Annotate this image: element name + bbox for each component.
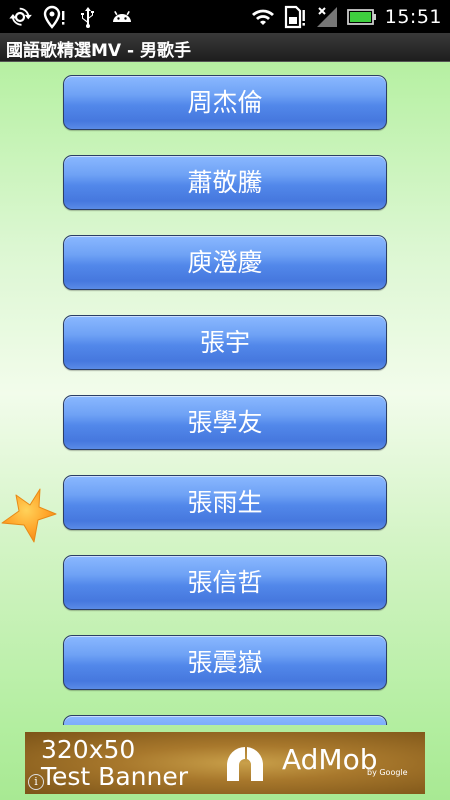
singer-button[interactable]: 張學友 (63, 395, 387, 450)
singer-button[interactable]: 蕭敬騰 (63, 155, 387, 210)
singer-button[interactable] (63, 715, 387, 725)
battery-icon (346, 8, 376, 25)
singer-button[interactable]: 張震嶽 (63, 635, 387, 690)
android-icon (113, 10, 131, 22)
status-bar: 15:51 (0, 0, 450, 33)
singer-button[interactable]: 庾澄慶 (63, 235, 387, 290)
status-time: 15:51 (384, 5, 442, 28)
sim-alert-icon (284, 5, 305, 28)
ad-brand: AdMob (282, 743, 378, 776)
singer-list: 周杰倫 蕭敬騰 庾澄慶 張宇 張學友 張雨生 張信哲 張震嶽 (63, 75, 387, 725)
status-left-icons (8, 4, 134, 29)
singer-button[interactable]: 周杰倫 (63, 75, 387, 130)
location-alert-icon (43, 5, 65, 29)
singer-list-panel[interactable]: 周杰倫 蕭敬騰 庾澄慶 張宇 張學友 張雨生 張信哲 張震嶽 (0, 62, 450, 725)
page-title: 國語歌精選MV - 男歌手 (6, 41, 191, 61)
sync-icon (9, 7, 32, 26)
status-right-icons: 15:51 (251, 4, 442, 29)
ad-info-icon[interactable]: i (28, 774, 44, 790)
ad-test-text: Test Banner (41, 762, 188, 791)
star-icon (1, 488, 57, 543)
signal-icon (316, 6, 337, 27)
admob-logo-icon (227, 747, 264, 781)
ad-by-google: by Google (367, 768, 408, 777)
wifi-icon (251, 9, 274, 25)
singer-button[interactable]: 張信哲 (63, 555, 387, 610)
singer-button[interactable]: 張雨生 (63, 475, 387, 530)
singer-button[interactable]: 張宇 (63, 315, 387, 370)
ad-banner[interactable]: 320x50 Test Banner i AdMob by Google (25, 732, 425, 794)
usb-icon (81, 6, 94, 28)
title-bar: 國語歌精選MV - 男歌手 (0, 33, 450, 62)
ad-area: 320x50 Test Banner i AdMob by Google (0, 725, 450, 800)
ad-size-text: 320x50 (41, 735, 136, 764)
